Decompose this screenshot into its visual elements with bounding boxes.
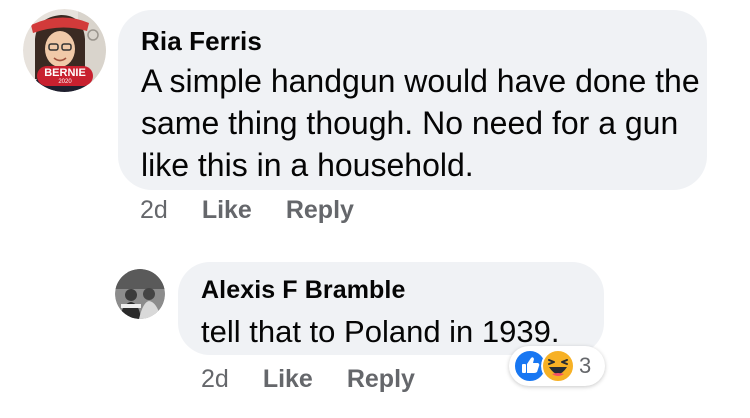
comment-actions: 2d Like Reply <box>140 196 388 225</box>
comment-actions: 2d Like Reply <box>201 365 449 394</box>
haha-icon <box>541 349 575 383</box>
badge-subtext: 2020 <box>58 79 72 85</box>
avatar[interactable] <box>115 269 165 319</box>
badge-text: BERNIE <box>44 67 86 79</box>
comment-text: A simple handgun would have done the sam… <box>141 63 700 183</box>
like-button[interactable]: Like <box>202 196 252 225</box>
reaction-summary[interactable]: 3 <box>509 346 605 386</box>
bernie-badge: BERNIE 2020 <box>37 66 93 86</box>
comment-author[interactable]: Ria Ferris <box>141 26 262 57</box>
reply-button[interactable]: Reply <box>347 365 415 394</box>
like-button[interactable]: Like <box>263 365 313 394</box>
reply-button[interactable]: Reply <box>286 196 354 225</box>
avatar[interactable]: BERNIE 2020 <box>23 9 106 92</box>
comment-timestamp[interactable]: 2d <box>140 196 168 225</box>
comment-author[interactable]: Alexis F Bramble <box>201 276 405 305</box>
reaction-count: 3 <box>579 353 592 378</box>
comment-timestamp[interactable]: 2d <box>201 365 229 394</box>
